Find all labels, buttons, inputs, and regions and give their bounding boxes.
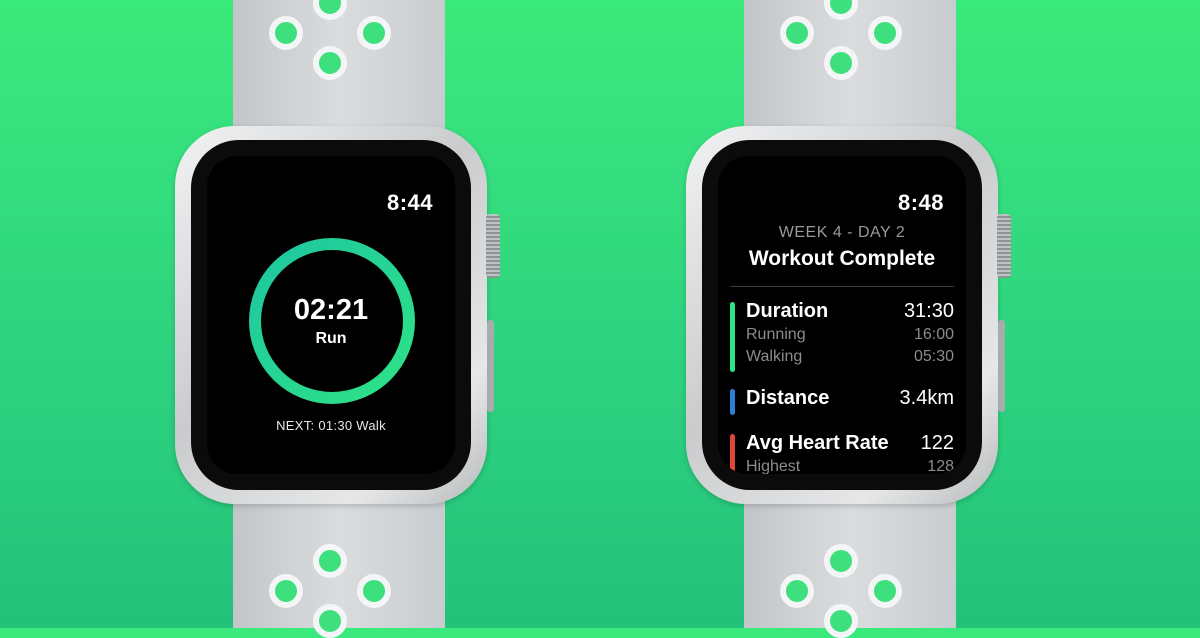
band-hole bbox=[824, 46, 858, 80]
next-interval: NEXT: 01:30 Walk bbox=[276, 418, 386, 433]
watch-band-top bbox=[233, 0, 445, 140]
band-hole bbox=[357, 574, 391, 608]
band-hole bbox=[868, 16, 902, 50]
status-time: 8:44 bbox=[386, 190, 433, 215]
band-hole bbox=[313, 604, 347, 638]
side-button[interactable] bbox=[998, 320, 1005, 412]
watch-left: 8:44 02:21 Run NEXT: 01:30 Walk bbox=[175, 0, 505, 638]
status-time: 8:48 bbox=[897, 190, 944, 215]
watch-right: 8:48 WEEK 4 - DAY 2 Workout Complete Dur… bbox=[686, 0, 1016, 638]
band-hole bbox=[313, 544, 347, 578]
watch-case: 8:48 WEEK 4 - DAY 2 Workout Complete Dur… bbox=[686, 126, 998, 504]
stat-label: Duration bbox=[746, 300, 829, 322]
watch-band-bottom bbox=[744, 486, 956, 638]
interval-timer: 02:21 bbox=[293, 294, 369, 326]
stat-sub-value: 05:30 bbox=[913, 348, 954, 365]
stat-value: 31:30 bbox=[903, 300, 954, 322]
stat-sub-label: Highest bbox=[746, 458, 801, 474]
band-hole bbox=[868, 574, 902, 608]
band-hole bbox=[824, 0, 858, 20]
watch-screen: 8:44 02:21 Run NEXT: 01:30 Walk bbox=[207, 156, 455, 474]
side-button[interactable] bbox=[487, 320, 494, 412]
stat-duration: Duration 31:30 Running 16:00 Walking 05:… bbox=[730, 300, 954, 372]
stat-value: 3.4km bbox=[899, 387, 954, 409]
stat-label: Distance bbox=[746, 387, 830, 409]
stat-distance: Distance 3.4km bbox=[730, 387, 954, 415]
band-hole bbox=[780, 16, 814, 50]
heart-bar-icon bbox=[730, 434, 735, 474]
stat-value: 122 bbox=[920, 432, 954, 454]
stat-sub-label: Walking bbox=[746, 348, 803, 365]
watch-screen[interactable]: 8:48 WEEK 4 - DAY 2 Workout Complete Dur… bbox=[718, 156, 966, 474]
band-hole bbox=[824, 604, 858, 638]
band-hole bbox=[780, 574, 814, 608]
digital-crown[interactable] bbox=[486, 214, 500, 278]
band-hole bbox=[357, 16, 391, 50]
interval-phase: Run bbox=[315, 330, 347, 347]
workout-title: Workout Complete bbox=[748, 247, 936, 270]
duration-bar-icon bbox=[730, 302, 735, 372]
band-hole bbox=[313, 46, 347, 80]
workout-week-day: WEEK 4 - DAY 2 bbox=[778, 224, 906, 241]
watch-bezel: 8:44 02:21 Run NEXT: 01:30 Walk bbox=[191, 140, 471, 490]
watch-bezel: 8:48 WEEK 4 - DAY 2 Workout Complete Dur… bbox=[702, 140, 982, 490]
band-hole bbox=[269, 574, 303, 608]
digital-crown[interactable] bbox=[997, 214, 1011, 278]
stat-sub-value: 16:00 bbox=[913, 326, 954, 343]
watch-band-bottom bbox=[233, 486, 445, 638]
band-hole bbox=[313, 0, 347, 20]
stat-heart-rate: Avg Heart Rate 122 Highest 128 bbox=[730, 432, 954, 474]
watch-case: 8:44 02:21 Run NEXT: 01:30 Walk bbox=[175, 126, 487, 504]
band-hole bbox=[269, 16, 303, 50]
distance-bar-icon bbox=[730, 389, 735, 415]
band-hole bbox=[824, 544, 858, 578]
watch-band-top bbox=[744, 0, 956, 140]
stat-sub-value: 128 bbox=[927, 458, 954, 474]
divider bbox=[730, 286, 954, 287]
stat-label: Avg Heart Rate bbox=[746, 432, 889, 454]
stat-sub-label: Running bbox=[746, 326, 806, 343]
